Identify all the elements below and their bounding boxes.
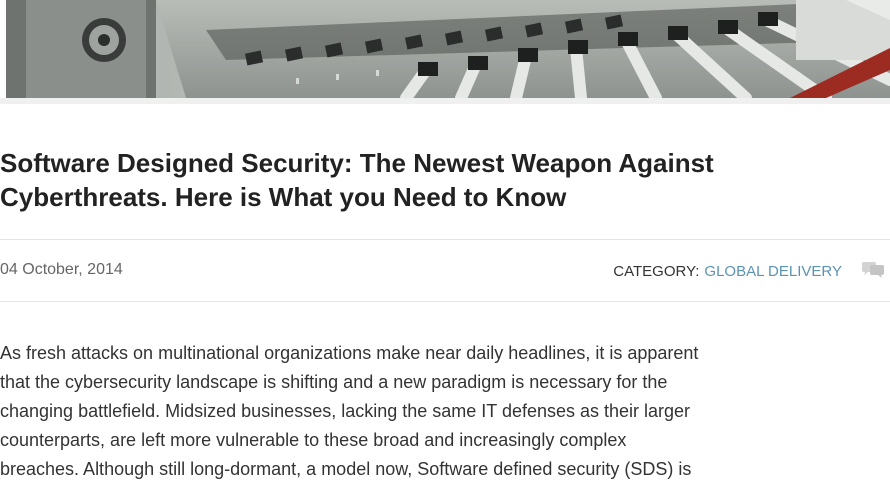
article-title-line-1: Software Designed Security: The Newest W… (0, 148, 714, 178)
article-body-line: breaches. Although still long-dormant, a… (0, 459, 692, 479)
article-title-line-2: Cyberthreats. Here is What you Need to K… (0, 182, 567, 212)
article-body-line: counterparts, are left more vulnerable t… (0, 430, 627, 450)
article-title[interactable]: Software Designed Security: The Newest W… (0, 146, 880, 214)
article-body-line: changing battlefield. Midsized businesse… (0, 401, 691, 421)
article-hero-image[interactable] (6, 0, 890, 98)
article-body-line: that the cybersecurity landscape is shif… (0, 372, 668, 392)
meta-divider-bottom (0, 301, 890, 302)
article-page: Software Designed Security: The Newest W… (0, 0, 890, 482)
network-switch-photo (6, 0, 890, 98)
comment-icon[interactable] (860, 261, 886, 281)
hero-image-border (0, 98, 890, 104)
article-body-line: As fresh attacks on multinational organi… (0, 343, 699, 363)
article-category: CATEGORY: GLOBAL DELIVERY (613, 261, 886, 281)
meta-divider-top (0, 239, 890, 240)
category-label: CATEGORY: (613, 262, 700, 280)
category-link-global-delivery[interactable]: GLOBAL DELIVERY (704, 263, 842, 280)
article-date: 04 October, 2014 (0, 261, 123, 278)
article-body: As fresh attacks on multinational organi… (0, 339, 890, 482)
